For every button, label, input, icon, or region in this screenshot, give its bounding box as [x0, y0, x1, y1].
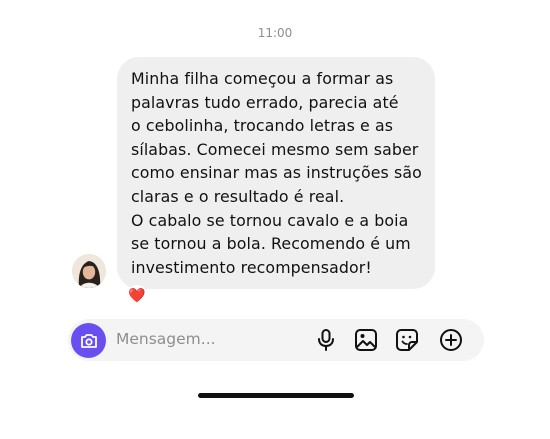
microphone-button[interactable] [314, 328, 338, 352]
message-composer[interactable]: Mensagem... [68, 319, 484, 361]
camera-button[interactable] [71, 323, 106, 358]
camera-icon [80, 333, 97, 348]
home-indicator[interactable] [198, 393, 354, 398]
avatar[interactable] [72, 254, 106, 288]
message-bubble[interactable]: Minha filha começou a formar as palavras… [117, 57, 435, 289]
gallery-button[interactable] [354, 328, 378, 352]
image-icon [355, 329, 377, 351]
more-button[interactable] [439, 328, 463, 352]
microphone-icon [318, 329, 334, 351]
message-timestamp: 11:00 [257, 26, 293, 40]
heart-icon: ❤️ [128, 288, 146, 304]
plus-circle-icon [440, 329, 462, 351]
message-text: Minha filha começou a formar as palavras… [131, 69, 422, 277]
sticker-icon [396, 329, 418, 351]
avatar-image [72, 254, 106, 288]
heart-reaction[interactable]: ❤️ [126, 285, 148, 307]
sticker-button[interactable] [395, 328, 419, 352]
message-input[interactable]: Mensagem... [116, 330, 216, 348]
